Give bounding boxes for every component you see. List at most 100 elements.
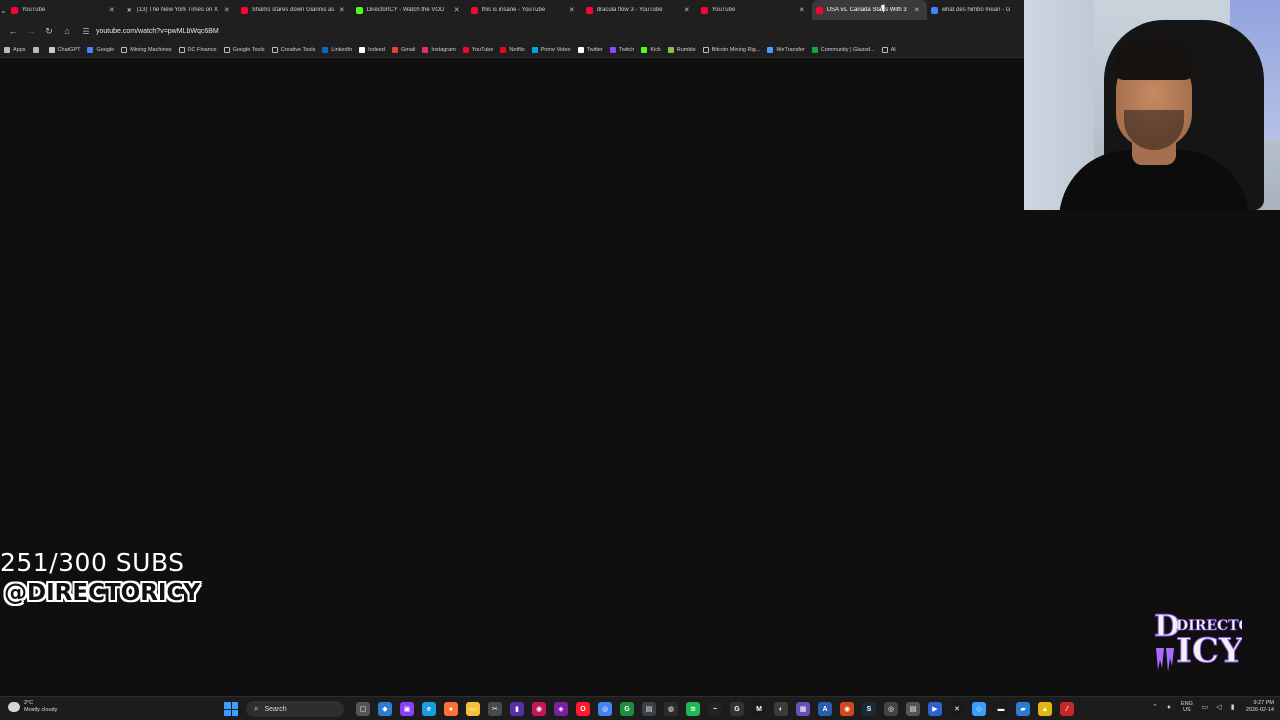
steam-icon[interactable]: S xyxy=(862,702,876,716)
bookmark-item[interactable]: ChatGPT xyxy=(48,46,80,53)
app-icon[interactable]: M xyxy=(752,702,766,716)
browser-tab[interactable]: this is insane - YouTube ✕ xyxy=(467,0,582,20)
app-icon[interactable]: ~ xyxy=(708,702,722,716)
weather-widget[interactable]: 2°C Mostly cloudy xyxy=(8,700,57,714)
taskbar-search[interactable]: ⌕ Search xyxy=(246,701,344,717)
app-icon[interactable]: ▣ xyxy=(400,702,414,716)
clock[interactable]: 9:27 PM 2026-02-14 xyxy=(1246,700,1274,714)
youtube-icon xyxy=(10,6,18,14)
youtube-icon xyxy=(470,6,478,14)
chevron-up-icon[interactable]: ⌃ xyxy=(1151,703,1159,711)
reload-icon[interactable]: ↻ xyxy=(40,22,58,40)
spotify-icon[interactable]: ≋ xyxy=(686,702,700,716)
weather-temp: 2°C xyxy=(24,700,34,706)
site-info-icon[interactable]: ☰ xyxy=(80,25,92,37)
bookmark-item[interactable]: Bitcoin Mining Rig... xyxy=(702,46,760,53)
app-icon[interactable]: ◉ xyxy=(532,702,546,716)
bookmark-label: Google xyxy=(96,46,115,53)
app-icon[interactable]: G xyxy=(730,702,744,716)
bookmark-label: Prime Video xyxy=(540,46,571,53)
app-icon[interactable]: ▬ xyxy=(994,702,1008,716)
battery-icon[interactable]: ▮ xyxy=(1229,703,1237,711)
back-arrow-icon[interactable]: ← xyxy=(4,22,22,40)
kick-icon xyxy=(641,46,648,53)
close-tab-icon[interactable]: ✕ xyxy=(223,6,231,14)
close-tab-icon[interactable]: ✕ xyxy=(798,6,806,14)
youtube-icon xyxy=(700,6,708,14)
microphone-icon[interactable]: ♦ xyxy=(1165,703,1173,711)
bookmark-item[interactable]: Twitch xyxy=(609,46,634,53)
bookmark-item[interactable]: Instagram xyxy=(422,46,456,53)
file-explorer-icon[interactable]: ▭ xyxy=(466,702,480,716)
edge-icon[interactable]: e xyxy=(422,702,436,716)
chrome-icon[interactable]: ◎ xyxy=(598,702,612,716)
app-icon[interactable]: ▰ xyxy=(1016,702,1030,716)
bookmark-item[interactable]: Al xyxy=(881,46,896,53)
windows-start-icon[interactable] xyxy=(224,702,238,716)
browser-tab[interactable]: Shams stares down Giannis as ✕ xyxy=(237,0,352,20)
bookmark-item[interactable]: DC Finance xyxy=(178,46,217,53)
bookmark-item[interactable]: Twitter xyxy=(577,46,603,53)
bookmark-item[interactable]: Rumble xyxy=(667,46,696,53)
address-bar[interactable]: ☰ youtube.com/watch?v=pwMLbWqc6BM xyxy=(80,23,1010,39)
bookmark-item[interactable]: Community | Glassd... xyxy=(811,46,875,53)
forward-arrow-icon[interactable]: → xyxy=(22,22,40,40)
close-tab-icon[interactable]: ✕ xyxy=(913,6,921,14)
copilot-icon[interactable]: ◆ xyxy=(378,702,392,716)
app-icon[interactable]: ▮ xyxy=(510,702,524,716)
browser-tab[interactable]: USA vs. Canada Starts With 3 ✕ xyxy=(811,0,927,20)
bookmark-item[interactable]: WeTransfer xyxy=(767,46,805,53)
home-icon[interactable]: ⌂ xyxy=(58,22,76,40)
app-icon[interactable]: ◇ xyxy=(972,702,986,716)
close-tab-icon[interactable]: ✕ xyxy=(338,6,346,14)
app-icon[interactable]: ▦ xyxy=(796,702,810,716)
bookmark-item[interactable]: Kick xyxy=(641,46,661,53)
app-icon[interactable]: ◎ xyxy=(884,702,898,716)
browser-tab[interactable]: dracula flow 3 - YouTube ✕ xyxy=(582,0,697,20)
language-indicator[interactable]: ENG US xyxy=(1181,701,1193,713)
browser-tab[interactable]: YouTube ✕ xyxy=(697,0,812,20)
youtube-icon xyxy=(240,6,248,14)
app-icon[interactable]: ▲ xyxy=(1038,702,1052,716)
bookmark-item[interactable]: YouTube xyxy=(462,46,493,53)
browser-tab[interactable]: ✕ (13) The New York Times on X ✕ xyxy=(122,0,237,20)
close-tab-icon[interactable]: ✕ xyxy=(683,6,691,14)
snipping-icon[interactable]: ✂ xyxy=(488,702,502,716)
bookmark-item[interactable]: Google Tools xyxy=(223,46,265,53)
app-icon[interactable]: ◐ xyxy=(774,702,788,716)
bookmark-item[interactable]: Prime Video xyxy=(531,46,571,53)
bookmark-item[interactable]: Google xyxy=(87,46,115,53)
app-icon[interactable]: ◈ xyxy=(554,702,568,716)
bookmark-item[interactable] xyxy=(32,46,42,53)
task-view-icon[interactable]: ▢ xyxy=(356,702,370,716)
bookmark-item[interactable]: Apps xyxy=(4,46,26,53)
bookmark-item[interactable]: LinkedIn xyxy=(322,46,352,53)
app-icon[interactable]: ▶ xyxy=(928,702,942,716)
chatgpt-icon xyxy=(48,46,55,53)
bookmark-item[interactable]: Creative Tools xyxy=(271,46,315,53)
close-tab-icon[interactable]: ✕ xyxy=(568,6,576,14)
app-icon[interactable]: ▤ xyxy=(642,702,656,716)
app-icon[interactable]: ⁄ xyxy=(1060,702,1074,716)
app-icon[interactable]: ▤ xyxy=(906,702,920,716)
app-icon[interactable]: A xyxy=(818,702,832,716)
linkedin-icon xyxy=(322,46,329,53)
app-icon[interactable]: ◉ xyxy=(840,702,854,716)
network-icon[interactable]: ▭ xyxy=(1201,703,1209,711)
bookmark-item[interactable]: Gmail xyxy=(391,46,415,53)
browser-tab[interactable]: DirectorICY - Watch the VOD ✕ xyxy=(352,0,467,20)
bookmark-item[interactable]: Mining Machines xyxy=(121,46,172,53)
bookmark-item[interactable]: Netflix xyxy=(500,46,525,53)
volume-icon[interactable]: ◁ xyxy=(1215,703,1223,711)
capcut-icon[interactable]: ✕ xyxy=(950,702,964,716)
app-icon[interactable]: G xyxy=(620,702,634,716)
browser-tab[interactable]: YouTube ✕ xyxy=(7,0,122,20)
bookmark-item[interactable]: Indeed xyxy=(359,46,385,53)
close-tab-icon[interactable]: ✕ xyxy=(453,6,461,14)
tab-search-chevron-icon[interactable]: ⌄ xyxy=(0,0,7,20)
opera-icon[interactable]: O xyxy=(576,702,590,716)
close-tab-icon[interactable]: ✕ xyxy=(108,6,116,14)
clock-date: 2026-02-14 xyxy=(1245,707,1274,713)
firefox-icon[interactable]: ● xyxy=(444,702,458,716)
obs-icon[interactable]: ◍ xyxy=(664,702,678,716)
